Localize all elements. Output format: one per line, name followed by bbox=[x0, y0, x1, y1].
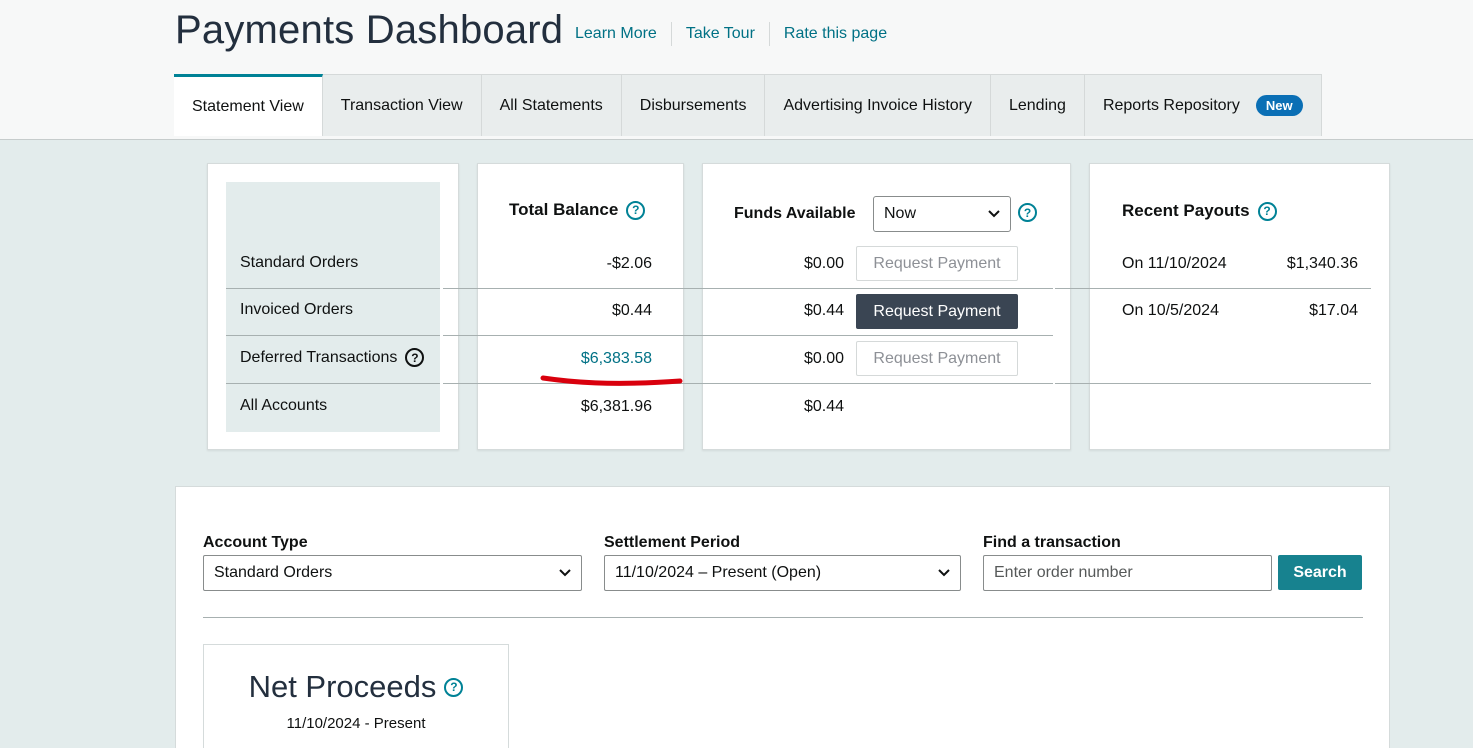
find-transaction-label: Find a transaction bbox=[983, 534, 1121, 551]
account-type-select[interactable]: Standard Orders bbox=[203, 555, 582, 591]
funds-available-title: Funds Available bbox=[734, 205, 856, 222]
funds-invoiced-orders: $0.44 bbox=[803, 302, 844, 319]
row-divider bbox=[668, 383, 1053, 384]
page-title: Payments Dashboard bbox=[175, 8, 564, 52]
funds-deferred: $0.00 bbox=[803, 350, 844, 367]
row-divider bbox=[1055, 383, 1371, 384]
row-divider bbox=[226, 288, 440, 289]
settlement-period-label: Settlement Period bbox=[604, 534, 741, 551]
red-underline-annotation bbox=[540, 375, 683, 386]
balance-invoiced-orders: $0.44 bbox=[611, 302, 652, 319]
row-label-deferred: Deferred Transactions ? bbox=[240, 348, 425, 367]
panel-divider bbox=[203, 617, 1363, 618]
request-payment-button-invoiced[interactable]: Request Payment bbox=[856, 294, 1018, 329]
tab-label: All Statements bbox=[499, 96, 603, 114]
tab-statement-view[interactable]: Statement View bbox=[174, 74, 323, 136]
row-label-invoiced-orders: Invoiced Orders bbox=[240, 301, 353, 318]
tab-disbursements[interactable]: Disbursements bbox=[621, 74, 766, 136]
search-button[interactable]: Search bbox=[1278, 555, 1362, 590]
settlement-period-select[interactable]: 11/10/2024 – Present (Open) bbox=[604, 555, 961, 591]
tab-label: Lending bbox=[1008, 96, 1066, 114]
help-icon[interactable]: ? bbox=[405, 348, 425, 367]
recent-payouts-card: Recent Payouts ? On 11/10/2024 $1,340.36… bbox=[1055, 163, 1390, 450]
net-proceeds-card: Net Proceeds ? 11/10/2024 - Present bbox=[203, 644, 509, 748]
page-header: Payments Dashboard Learn More Take Tour … bbox=[0, 0, 1473, 140]
payout-amount: $17.04 bbox=[1309, 302, 1358, 319]
row-divider bbox=[668, 335, 1053, 336]
net-proceeds-heading: Net Proceeds ? bbox=[204, 669, 508, 705]
account-type-label: Account Type bbox=[203, 534, 308, 551]
row-divider bbox=[443, 335, 668, 336]
row-divider bbox=[1055, 288, 1371, 289]
total-balance-heading: Total Balance ? bbox=[509, 200, 646, 220]
balance-deferred-link[interactable]: $6,383.58 bbox=[581, 350, 652, 368]
tab-label: Reports Repository bbox=[1102, 96, 1240, 114]
tab-bar: Statement View Transaction View All Stat… bbox=[174, 74, 1322, 136]
funds-available-card: Funds Available Now ? $0.00 Request Paym… bbox=[668, 163, 1071, 450]
help-icon[interactable]: ? bbox=[1018, 203, 1037, 222]
total-balance-card: Total Balance ? -$2.06 $0.44 $6,383.58 $… bbox=[443, 163, 684, 450]
row-label-all-accounts: All Accounts bbox=[240, 397, 328, 414]
settlement-period-value: 11/10/2024 – Present (Open) bbox=[615, 564, 822, 581]
net-proceeds-date: 11/10/2024 - Present bbox=[286, 715, 426, 732]
chevron-down-icon bbox=[938, 564, 950, 582]
label-column: Standard Orders Invoiced Orders Deferred… bbox=[226, 182, 440, 432]
order-number-input[interactable] bbox=[983, 555, 1272, 591]
account-labels-card: Standard Orders Invoiced Orders Deferred… bbox=[207, 163, 459, 450]
recent-payouts-title: Recent Payouts bbox=[1122, 201, 1250, 220]
chevron-down-icon bbox=[559, 564, 571, 582]
tab-reports-repository[interactable]: Reports Repository New bbox=[1084, 74, 1322, 136]
tab-label: Disbursements bbox=[639, 96, 747, 114]
deferred-label-text: Deferred Transactions bbox=[240, 348, 398, 366]
row-divider bbox=[668, 288, 1053, 289]
header-links: Learn More Take Tour Rate this page bbox=[575, 22, 901, 46]
request-payment-button-standard[interactable]: Request Payment bbox=[856, 246, 1018, 281]
tab-advertising-invoice-history[interactable]: Advertising Invoice History bbox=[765, 74, 991, 136]
help-icon[interactable]: ? bbox=[626, 200, 646, 220]
balance-all-accounts: $6,381.96 bbox=[580, 398, 652, 415]
row-divider bbox=[443, 288, 668, 289]
payout-date: On 11/10/2024 bbox=[1122, 255, 1227, 272]
learn-more-link[interactable]: Learn More bbox=[575, 22, 671, 46]
new-badge: New bbox=[1255, 95, 1303, 116]
tab-label: Statement View bbox=[192, 97, 304, 115]
tab-transaction-view[interactable]: Transaction View bbox=[322, 74, 482, 136]
account-type-value: Standard Orders bbox=[214, 564, 333, 581]
help-icon[interactable]: ? bbox=[1257, 201, 1277, 221]
tab-label: Transaction View bbox=[340, 96, 463, 114]
row-divider bbox=[226, 335, 440, 336]
rate-page-link[interactable]: Rate this page bbox=[768, 22, 901, 46]
recent-payouts-heading: Recent Payouts ? bbox=[1122, 201, 1277, 221]
tab-lending[interactable]: Lending bbox=[990, 74, 1085, 136]
total-balance-title: Total Balance bbox=[509, 200, 619, 219]
row-divider bbox=[226, 383, 440, 384]
row-label-standard-orders: Standard Orders bbox=[240, 254, 359, 271]
tab-label: Advertising Invoice History bbox=[783, 96, 972, 114]
net-proceeds-title: Net Proceeds bbox=[248, 669, 437, 704]
balance-standard-orders: -$2.06 bbox=[606, 255, 652, 272]
statement-panel: Account Type Standard Orders Settlement … bbox=[175, 486, 1390, 748]
funds-period-select[interactable]: Now bbox=[873, 196, 1011, 232]
request-payment-button-deferred[interactable]: Request Payment bbox=[856, 341, 1018, 376]
payout-amount: $1,340.36 bbox=[1286, 255, 1358, 272]
funds-standard-orders: $0.00 bbox=[803, 255, 844, 272]
chevron-down-icon bbox=[988, 205, 1000, 223]
payout-date: On 10/5/2024 bbox=[1122, 302, 1219, 319]
funds-all-accounts: $0.44 bbox=[803, 398, 844, 415]
help-icon[interactable]: ? bbox=[444, 677, 464, 697]
funds-period-value: Now bbox=[884, 205, 917, 222]
tab-all-statements[interactable]: All Statements bbox=[481, 74, 622, 136]
take-tour-link[interactable]: Take Tour bbox=[670, 22, 769, 46]
